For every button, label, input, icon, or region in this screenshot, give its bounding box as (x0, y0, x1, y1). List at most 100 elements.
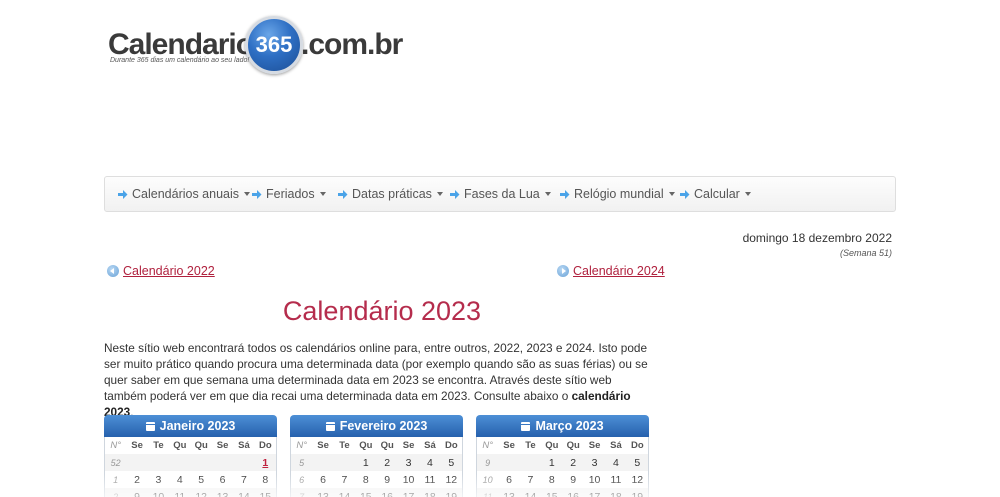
nav-label: Datas práticas (352, 187, 432, 201)
day-cell: 15 (259, 490, 272, 497)
page-title: Calendário 2023 (282, 296, 482, 326)
current-week: (Semana 51) (839, 248, 892, 258)
weekday-header: Se (503, 440, 515, 451)
day-cell: 7 (241, 473, 247, 486)
day-cell: 3 (155, 473, 162, 486)
week-number: 10 (482, 474, 493, 485)
day-cell: 10 (152, 490, 165, 497)
day-cell: 14 (338, 490, 351, 497)
nav-datas-praticas[interactable]: Datas práticas (337, 177, 443, 211)
intro-text: Neste sítio web encontrará todos os cale… (104, 341, 648, 403)
prev-year-label[interactable]: Calendário 2022 (123, 264, 215, 278)
calendar-icon (145, 421, 155, 431)
day-cell: 17 (402, 490, 415, 497)
arrow-right-icon (337, 189, 348, 200)
day-cell: 14 (524, 490, 537, 497)
weekday-header: Qu (545, 440, 559, 451)
logo-circle-number: 365 (255, 32, 293, 57)
nav-calendarios-anuais[interactable]: Calendários anuais (117, 177, 251, 211)
day-cell: 7 (527, 473, 534, 486)
day-cell: 4 (427, 456, 433, 469)
weekday-header: Se (131, 440, 143, 451)
weekday-header: N° (110, 440, 122, 451)
day-cell: 2 (134, 473, 140, 486)
month-header[interactable]: Março 2023 (476, 415, 649, 437)
site-logo[interactable]: Calendario 365 .com.br Durante 365 dias … (108, 14, 408, 76)
caret-down-icon (244, 192, 251, 196)
month-calendar: Janeiro 2023 N° Se Te Qu Qu Se Sá Do 52 1 1 2 3 4 5 6 7 8 2… (104, 415, 277, 497)
weekday-header-row: N° Se Te Qu Qu Se Sá Do (105, 437, 276, 454)
month-grid: N° Se Te Qu Qu Se Sá Do 52 1 1 2 3 4 5 6 7 8 2 9 10 11 12 13 14 1… (104, 437, 277, 497)
intro-paragraph: Neste sítio web encontrará todos os cale… (104, 340, 656, 420)
nav-calcular[interactable]: Calcular (679, 177, 751, 211)
calendar-icon (521, 421, 531, 431)
weekday-header: Se (317, 440, 329, 451)
month-title[interactable]: Março 2023 (535, 419, 603, 433)
prev-year-link[interactable]: Calendário 2022 (107, 264, 215, 278)
day-cell: 5 (448, 456, 455, 469)
day-cell: 9 (570, 473, 577, 486)
weekday-header: Qu (194, 440, 208, 451)
day-cell: 8 (262, 473, 269, 486)
day-cell: 11 (424, 473, 436, 486)
weekday-header: Te (339, 440, 350, 451)
nav-relogio-mundial[interactable]: Relógio mundial (559, 177, 675, 211)
day-cell: 14 (238, 490, 250, 497)
weekday-header: N° (482, 440, 494, 451)
week-row: 52 1 (105, 454, 276, 471)
week-row: 10 6 7 8 9 10 11 12 (477, 471, 648, 488)
day-cell: 17 (588, 490, 601, 497)
weekday-header-row: N° Se Te Qu Qu Se Sá Do (477, 437, 648, 454)
day-cell: 6 (320, 473, 326, 486)
day-cell: 13 (216, 490, 229, 497)
week-number: 7 (299, 491, 305, 497)
nav-feriados[interactable]: Feriados (251, 177, 326, 211)
month-title[interactable]: Fevereiro 2023 (340, 419, 428, 433)
week-number: 9 (485, 457, 491, 468)
day-cell: 8 (548, 473, 555, 486)
nav-label: Feriados (266, 187, 315, 201)
weekday-header: N° (296, 440, 308, 451)
day-cell: 7 (341, 473, 348, 486)
week-row: 7 13 14 15 16 17 18 19 (291, 488, 462, 497)
month-title[interactable]: Janeiro 2023 (160, 419, 236, 433)
day-cell: 3 (405, 456, 412, 469)
week-row: 2 9 10 11 12 13 14 15 (105, 488, 276, 497)
weekday-header: Sá (238, 440, 250, 451)
weekday-header: Qu (359, 440, 373, 451)
day-cell: 12 (631, 473, 644, 486)
week-row: 11 13 14 15 16 17 18 19 (477, 488, 648, 497)
arrow-right-icon (449, 189, 460, 200)
nav-fases-da-lua[interactable]: Fases da Lua (449, 177, 551, 211)
week-number: 6 (299, 474, 305, 485)
day-cell[interactable]: 1 (255, 457, 276, 469)
nav-label: Calcular (694, 187, 740, 201)
logo-text-right: .com.br (301, 28, 403, 61)
nav-label: Calendários anuais (132, 187, 240, 201)
day-cell: 11 (610, 473, 622, 486)
main-navbar: Calendários anuais Feriados Datas prátic… (104, 176, 896, 212)
next-year-label[interactable]: Calendário 2024 (573, 264, 665, 278)
arrow-right-icon (679, 189, 690, 200)
caret-down-icon (544, 192, 551, 196)
month-header[interactable]: Fevereiro 2023 (290, 415, 463, 437)
day-cell: 4 (613, 456, 619, 469)
day-cell: 16 (567, 490, 580, 497)
week-row: 1 2 3 4 5 6 7 8 (105, 471, 276, 488)
month-grid: N° Se Te Qu Qu Se Sá Do 9 1 2 3 4 5 10 6 7 8 9 10 11 12 11 13 14… (476, 437, 649, 497)
weekday-header: Te (153, 440, 164, 451)
nav-label: Relógio mundial (574, 187, 664, 201)
weekday-header: Se (402, 440, 415, 451)
month-header[interactable]: Janeiro 2023 (104, 415, 277, 437)
day-cell: 19 (631, 490, 644, 497)
weekday-header: Sá (610, 440, 622, 451)
week-row: 6 6 7 8 9 10 11 12 (291, 471, 462, 488)
weekday-header: Se (588, 440, 601, 451)
day-cell: 2 (570, 456, 577, 469)
day-cell: 4 (176, 473, 183, 486)
week-row: 5 1 2 3 4 5 (291, 454, 462, 471)
next-year-link[interactable]: Calendário 2024 (557, 264, 665, 278)
day-cell: 11 (174, 490, 186, 497)
day-cell: 5 (198, 473, 205, 486)
caret-down-icon (744, 192, 751, 196)
